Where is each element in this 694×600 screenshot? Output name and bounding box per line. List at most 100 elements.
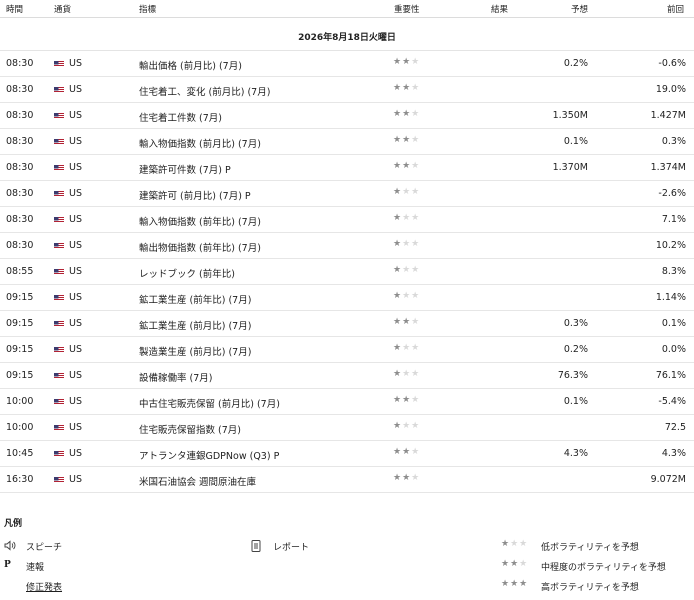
legend-mid-stars: ★★★ xyxy=(501,559,529,569)
table-row[interactable]: 08:30 US 輸出価格 (前月比) (7月) ★★★ 0.2% -0.6% xyxy=(0,51,694,77)
star-icon: ★ xyxy=(402,343,412,353)
table-row[interactable]: 09:15 US 鉱工業生産 (前月比) (7月) ★★★ 0.3% 0.1% xyxy=(0,311,694,337)
table-row[interactable]: 08:55 US レッドブック (前年比) ★★★ 8.3% xyxy=(0,259,694,285)
event-time: 08:30 xyxy=(6,188,34,199)
star-icon: ★ xyxy=(411,187,421,197)
table-row[interactable]: 10:00 US 中古住宅販売保留 (前月比) (7月) ★★★ 0.1% -5.4% xyxy=(0,389,694,415)
importance-stars: ★★★ xyxy=(393,57,420,67)
table-row[interactable]: 09:15 US 設備稼働率 (7月) ★★★ 76.3% 76.1% xyxy=(0,363,694,389)
event-forecast: 1.350M xyxy=(552,110,588,121)
legend-breaking-label: 速報 xyxy=(26,563,45,573)
star-icon: ★ xyxy=(402,317,412,327)
event-indicator[interactable]: アトランタ連銀GDPNow (Q3) P xyxy=(139,448,279,462)
column-importance[interactable]: 重要性 xyxy=(394,3,420,15)
event-previous: 19.0% xyxy=(655,84,686,95)
star-icon: ★ xyxy=(393,317,403,327)
event-currency: US xyxy=(69,344,82,355)
legend-low-label: 低ボラティリティを予想 xyxy=(541,543,639,553)
event-time: 08:30 xyxy=(6,214,34,225)
event-time: 08:30 xyxy=(6,162,34,173)
star-icon: ★ xyxy=(402,369,412,379)
star-icon: ★ xyxy=(393,83,403,93)
event-forecast: 0.2% xyxy=(563,344,588,355)
event-previous: -5.4% xyxy=(658,396,686,407)
column-currency[interactable]: 通貨 xyxy=(54,3,71,15)
table-row[interactable]: 08:30 US 建築許可件数 (7月) P ★★★ 1.370M 1.374M xyxy=(0,155,694,181)
star-icon: ★ xyxy=(402,421,412,431)
star-icon: ★ xyxy=(393,343,403,353)
event-currency: US xyxy=(69,448,82,459)
importance-stars: ★★★ xyxy=(393,291,420,301)
column-forecast[interactable]: 予想 xyxy=(571,3,588,15)
event-currency: US xyxy=(69,422,82,433)
table-row[interactable]: 10:00 US 住宅販売保留指数 (7月) ★★★ 72.5 xyxy=(0,415,694,441)
importance-stars: ★★★ xyxy=(393,239,420,249)
table-row[interactable]: 10:45 US アトランタ連銀GDPNow (Q3) P ★★★ 4.3% 4.3% xyxy=(0,441,694,467)
importance-stars: ★★★ xyxy=(393,265,420,275)
importance-stars: ★★★ xyxy=(393,161,420,171)
event-time: 08:30 xyxy=(6,136,34,147)
legend-report-label: レポート xyxy=(273,543,310,553)
event-indicator[interactable]: 住宅着工件数 (7月) xyxy=(139,110,222,124)
star-icon: ★ xyxy=(393,447,403,457)
event-forecast: 0.1% xyxy=(563,396,588,407)
event-indicator[interactable]: 輸出物価指数 (前年比) (7月) xyxy=(139,240,261,254)
event-indicator[interactable]: 建築許可 (前月比) (7月) P xyxy=(139,188,251,202)
event-indicator[interactable]: 住宅着工、変化 (前月比) (7月) xyxy=(139,84,270,98)
event-forecast: 0.3% xyxy=(563,318,588,329)
event-indicator[interactable]: 設備稼働率 (7月) xyxy=(139,370,212,384)
star-icon: ★ xyxy=(393,265,403,275)
legend-revised-label[interactable]: 修正発表 xyxy=(26,580,62,593)
event-currency: US xyxy=(69,318,82,329)
event-indicator[interactable]: 輸出価格 (前月比) (7月) xyxy=(139,58,242,72)
column-result[interactable]: 結果 xyxy=(491,3,508,15)
event-time: 09:15 xyxy=(6,292,34,303)
date-separator: 2026年8月18日火曜日 xyxy=(0,18,694,51)
event-time: 08:30 xyxy=(6,110,34,121)
table-row[interactable]: 16:30 US 米国石油協会 週間原油在庫 ★★★ 9.072M xyxy=(0,467,694,493)
event-forecast: 0.1% xyxy=(563,136,588,147)
event-currency: US xyxy=(69,110,82,121)
table-row[interactable]: 08:30 US 住宅着工、変化 (前月比) (7月) ★★★ 19.0% xyxy=(0,77,694,103)
event-previous: 72.5 xyxy=(664,422,686,433)
table-row[interactable]: 08:30 US 住宅着工件数 (7月) ★★★ 1.350M 1.427M xyxy=(0,103,694,129)
column-time[interactable]: 時間 xyxy=(6,3,23,15)
column-indicator[interactable]: 指標 xyxy=(139,3,156,15)
star-icon: ★ xyxy=(393,187,403,197)
event-currency: US xyxy=(69,214,82,225)
event-indicator[interactable]: 製造業生産 (前月比) (7月) xyxy=(139,344,251,358)
legend-mid-label: 中程度のボラティリティを予想 xyxy=(541,563,666,573)
event-currency: US xyxy=(69,84,82,95)
event-forecast: 0.2% xyxy=(563,58,588,69)
event-indicator[interactable]: 鉱工業生産 (前年比) (7月) xyxy=(139,292,251,306)
legend-title: 凡例 xyxy=(4,519,23,529)
star-icon: ★ xyxy=(402,57,412,67)
event-previous: -0.6% xyxy=(658,58,686,69)
event-indicator[interactable]: 輸入物価指数 (前年比) (7月) xyxy=(139,214,261,228)
event-currency: US xyxy=(69,292,82,303)
table-row[interactable]: 08:30 US 輸入物価指数 (前年比) (7月) ★★★ 7.1% xyxy=(0,207,694,233)
event-currency: US xyxy=(69,188,82,199)
table-row[interactable]: 09:15 US 鉱工業生産 (前年比) (7月) ★★★ 1.14% xyxy=(0,285,694,311)
event-time: 09:15 xyxy=(6,344,34,355)
column-previous[interactable]: 前回 xyxy=(667,3,684,15)
event-indicator[interactable]: 建築許可件数 (7月) P xyxy=(139,162,231,176)
star-icon: ★ xyxy=(411,317,421,327)
us-flag-icon xyxy=(54,398,64,405)
table-row[interactable]: 08:30 US 輸出物価指数 (前年比) (7月) ★★★ 10.2% xyxy=(0,233,694,259)
event-indicator[interactable]: 輸入物価指数 (前月比) (7月) xyxy=(139,136,261,150)
table-row[interactable]: 08:30 US 輸入物価指数 (前月比) (7月) ★★★ 0.1% 0.3% xyxy=(0,129,694,155)
star-icon: ★ xyxy=(402,473,412,483)
event-indicator[interactable]: 米国石油協会 週間原油在庫 xyxy=(139,474,256,488)
event-indicator[interactable]: 中古住宅販売保留 (前月比) (7月) xyxy=(139,396,280,410)
star-icon: ★ xyxy=(402,265,412,275)
table-row[interactable]: 08:30 US 建築許可 (前月比) (7月) P ★★★ -2.6% xyxy=(0,181,694,207)
event-previous: -2.6% xyxy=(658,188,686,199)
event-indicator[interactable]: 鉱工業生産 (前月比) (7月) xyxy=(139,318,251,332)
star-icon: ★ xyxy=(411,343,421,353)
event-indicator[interactable]: レッドブック (前年比) xyxy=(139,266,235,280)
table-row[interactable]: 09:15 US 製造業生産 (前月比) (7月) ★★★ 0.2% 0.0% xyxy=(0,337,694,363)
event-currency: US xyxy=(69,370,82,381)
event-indicator[interactable]: 住宅販売保留指数 (7月) xyxy=(139,422,241,436)
star-icon: ★ xyxy=(411,395,421,405)
